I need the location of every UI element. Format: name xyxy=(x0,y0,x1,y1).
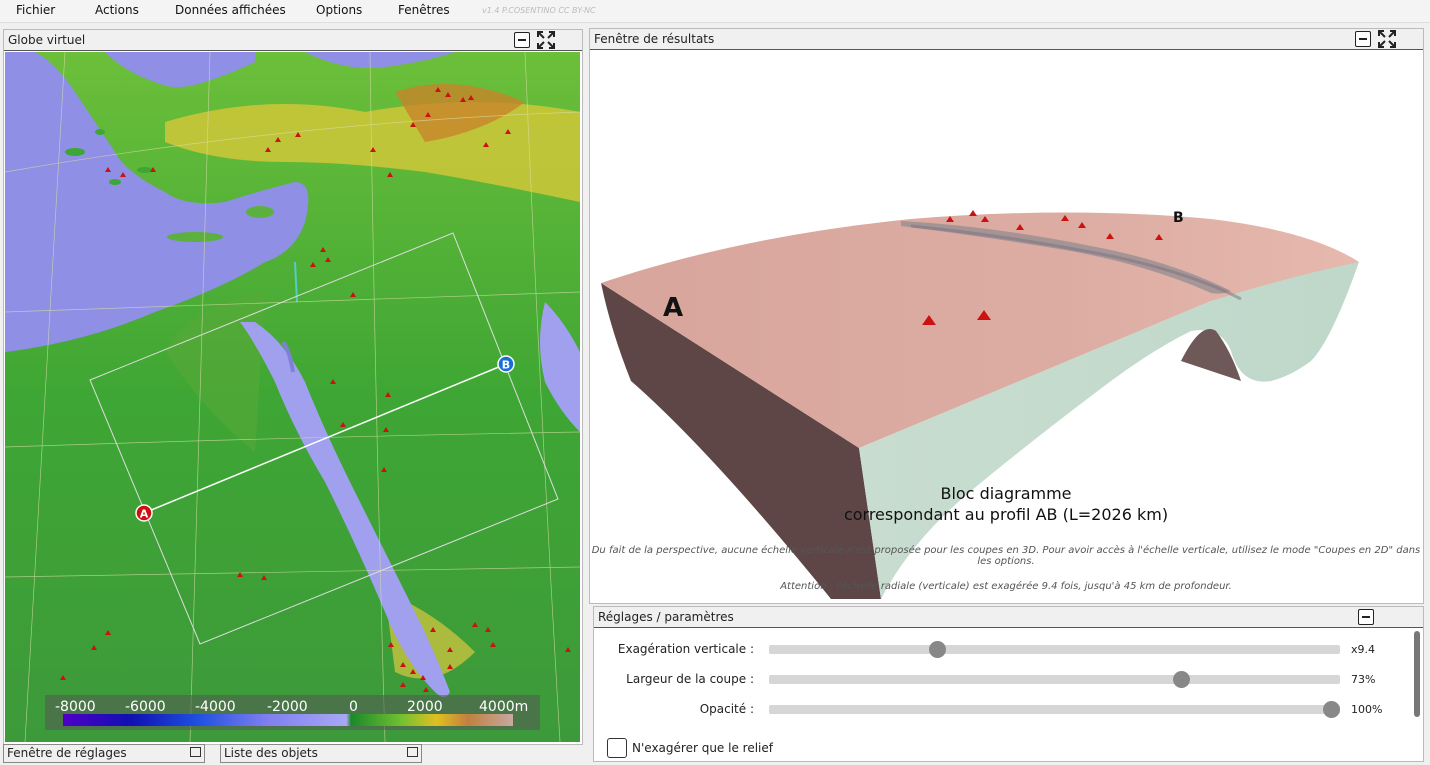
width-label: Largeur de la coupe : xyxy=(626,672,754,686)
menu-actions[interactable]: Actions xyxy=(95,3,139,17)
scale-label: 4000m xyxy=(479,699,528,715)
exaggeration-slider-thumb[interactable] xyxy=(928,641,946,658)
globe-title: Globe virtuel xyxy=(8,33,86,47)
menu-fichier[interactable]: Fichier xyxy=(16,3,55,17)
restore-icon[interactable] xyxy=(190,747,201,757)
settings-panel: Réglages / paramètres Exagération vertic… xyxy=(593,606,1424,762)
width-value: 73% xyxy=(1351,673,1376,686)
point-a-label: A xyxy=(140,508,149,521)
settings-title: Réglages / paramètres xyxy=(598,610,734,624)
terrain-map[interactable]: A B -8000 -6000 -4000 -2000 0 2000 4000m xyxy=(5,52,580,742)
opacity-slider[interactable] xyxy=(769,705,1340,714)
menu-donnees-affichees[interactable]: Données affichées xyxy=(175,3,286,17)
menu-fenetres[interactable]: Fenêtres xyxy=(398,3,450,17)
relief-only-checkbox[interactable] xyxy=(607,738,627,758)
maximize-icon[interactable] xyxy=(536,30,556,50)
tab-liste-objets-label: Liste des objets xyxy=(224,746,318,760)
width-slider-thumb[interactable] xyxy=(1172,671,1190,688)
minimize-icon[interactable] xyxy=(1358,609,1374,625)
width-slider[interactable] xyxy=(769,675,1340,684)
restore-icon[interactable] xyxy=(407,747,418,757)
exaggeration-note: Attention : l'échelle radiale (verticale… xyxy=(780,581,1232,592)
scale-label: 0 xyxy=(349,699,358,715)
minimize-icon[interactable] xyxy=(1355,31,1371,47)
caption-line-1: Bloc diagramme xyxy=(940,484,1072,503)
results-title: Fenêtre de résultats xyxy=(594,32,715,46)
point-b-label: B xyxy=(502,359,510,372)
elevation-scale: -8000 -6000 -4000 -2000 0 2000 4000m xyxy=(45,695,540,730)
exaggeration-value: x9.4 xyxy=(1351,643,1376,656)
results-titlebar: Fenêtre de résultats xyxy=(590,29,1423,50)
tab-fenetre-reglages[interactable]: Fenêtre de réglages xyxy=(3,744,205,763)
scale-label: -8000 xyxy=(55,699,96,715)
menu-bar: Fichier Actions Données affichées Option… xyxy=(0,0,1430,23)
exaggeration-slider[interactable] xyxy=(769,645,1340,654)
profile-label-b: B xyxy=(1173,210,1184,226)
scale-label: 2000 xyxy=(407,699,443,715)
relief-only-label: N'exagérer que le relief xyxy=(632,741,773,755)
scale-label: -4000 xyxy=(195,699,236,715)
caption-line-2: correspondant au profil AB (L=2026 km) xyxy=(843,505,1169,524)
settings-titlebar: Réglages / paramètres xyxy=(594,607,1423,628)
tab-fenetre-reglages-label: Fenêtre de réglages xyxy=(7,746,127,760)
profile-label-a: A xyxy=(663,293,683,323)
scale-label: -2000 xyxy=(267,699,308,715)
minimize-icon[interactable] xyxy=(514,32,530,48)
version-label: v1.4 P.COSENTINO CC BY-NC xyxy=(482,6,596,15)
opacity-slider-thumb[interactable] xyxy=(1322,701,1340,718)
globe-map[interactable]: A B -8000 -6000 -4000 -2000 0 2000 4000m xyxy=(5,52,580,742)
tab-liste-objets[interactable]: Liste des objets xyxy=(220,744,422,763)
opacity-label: Opacité : xyxy=(699,702,754,716)
globe-titlebar: Globe virtuel xyxy=(4,30,582,51)
settings-scrollbar[interactable] xyxy=(1414,631,1420,717)
scale-label: -6000 xyxy=(125,699,166,715)
menu-options[interactable]: Options xyxy=(316,3,362,17)
perspective-note: Du fait de la perspective, aucune échell… xyxy=(591,545,1421,567)
maximize-icon[interactable] xyxy=(1377,29,1397,49)
opacity-value: 100% xyxy=(1351,703,1383,716)
block-diagram-view[interactable]: A B Bloc diagramme correspondant au prof… xyxy=(591,51,1421,599)
exaggeration-label: Exagération verticale : xyxy=(617,642,754,656)
